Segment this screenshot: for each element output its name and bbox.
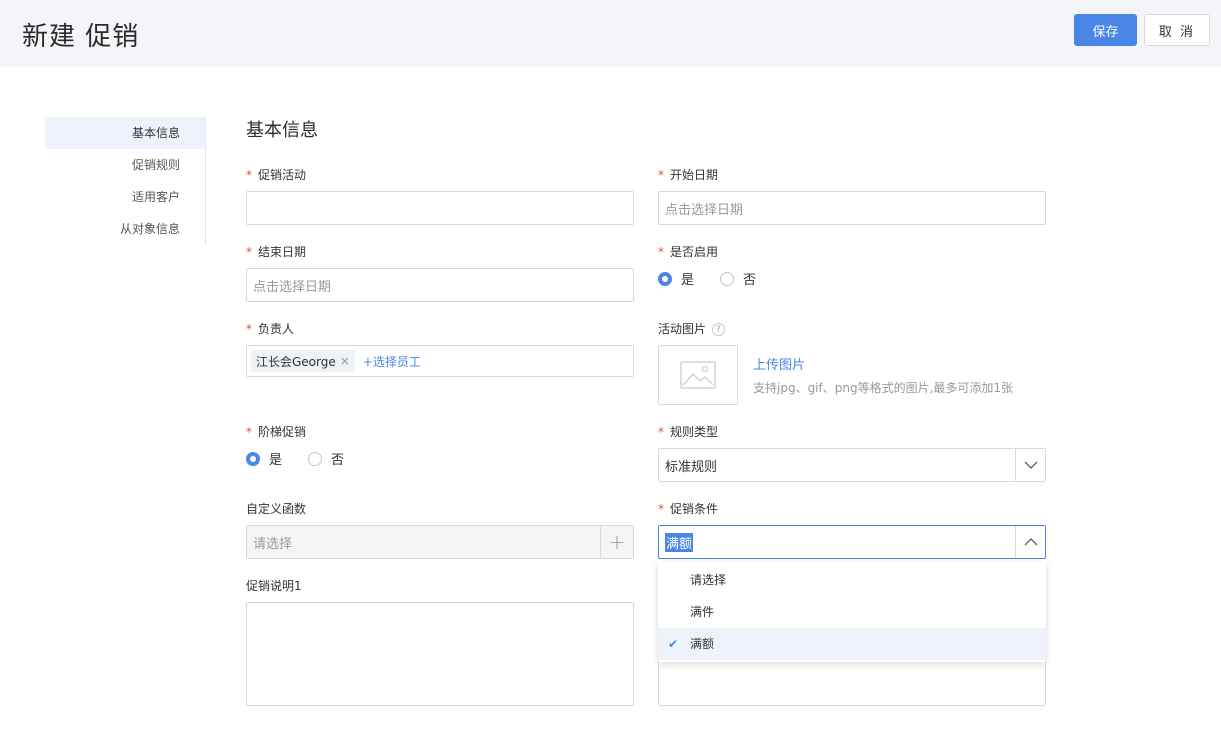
- rule-type-label: * 规则类型: [658, 425, 719, 439]
- chevron-up-icon[interactable]: [1015, 526, 1045, 558]
- check-icon: ✔: [668, 637, 679, 651]
- nav-item-sub-object-info[interactable]: 从对象信息: [45, 213, 205, 245]
- required-mark: *: [658, 425, 664, 439]
- upload-hint: 支持jpg、gif、png等格式的图片,最多可添加1张: [753, 381, 1014, 395]
- required-mark: *: [658, 502, 664, 516]
- dropdown-option-please-select[interactable]: 请选择: [658, 564, 1046, 596]
- tiered-radio-yes[interactable]: 是: [246, 449, 282, 468]
- tiered-label: * 阶梯促销: [246, 425, 307, 439]
- nav-item-applicable-customers[interactable]: 适用客户: [45, 181, 205, 213]
- owner-tag: 江长会George ×: [251, 350, 355, 372]
- required-mark: *: [658, 168, 664, 182]
- tiered-radio-no[interactable]: 否: [308, 449, 344, 468]
- chevron-down-icon[interactable]: [1015, 449, 1045, 481]
- required-mark: *: [246, 322, 252, 336]
- radio-unchecked-icon: [720, 271, 735, 286]
- promo-desc-label: 促销说明1: [246, 579, 302, 593]
- page-header: 新建 促销 保存 取 消: [0, 0, 1221, 67]
- required-mark: *: [246, 168, 252, 182]
- radio-checked-icon: [246, 451, 260, 466]
- cancel-button[interactable]: 取 消: [1144, 14, 1210, 46]
- required-mark: *: [658, 245, 664, 259]
- radio-checked-icon: [658, 271, 672, 286]
- image-placeholder[interactable]: [658, 345, 738, 405]
- promo-condition-label: * 促销条件: [658, 502, 719, 516]
- end-date-input[interactable]: 点击选择日期: [246, 268, 634, 302]
- radio-unchecked-icon: [308, 451, 323, 466]
- page-title: 新建 促销: [22, 22, 140, 52]
- nav-item-promo-rules[interactable]: 促销规则: [45, 149, 205, 181]
- dropdown-option-full-amount[interactable]: ✔ 满额: [658, 628, 1046, 660]
- end-date-label: * 结束日期: [246, 245, 307, 259]
- owner-input[interactable]: 江长会George × +选择员工: [246, 345, 634, 377]
- promo-condition-dropdown: 请选择 满件 ✔ 满额: [658, 562, 1046, 662]
- section-title: 基本信息: [246, 120, 318, 141]
- promo-activity-label: * 促销活动: [246, 168, 307, 182]
- rule-type-select[interactable]: 标准规则: [658, 448, 1046, 482]
- tiered-radio-group: 是 否: [246, 449, 370, 468]
- enabled-radio-group: 是 否: [658, 269, 782, 288]
- dropdown-option-full-items[interactable]: 满件: [658, 596, 1046, 628]
- enabled-radio-no[interactable]: 否: [720, 269, 756, 288]
- custom-function-select[interactable]: 请选择 +: [246, 525, 634, 559]
- promo-desc-textarea[interactable]: [246, 602, 634, 706]
- image-icon: [680, 361, 716, 389]
- enabled-label: * 是否启用: [658, 245, 719, 259]
- nav-item-basic-info[interactable]: 基本信息: [45, 117, 205, 149]
- upload-image-link[interactable]: 上传图片: [753, 354, 805, 373]
- start-date-input[interactable]: 点击选择日期: [658, 191, 1046, 225]
- enabled-radio-yes[interactable]: 是: [658, 269, 694, 288]
- promo-condition-select[interactable]: 满额: [658, 525, 1046, 559]
- activity-image-label: 活动图片?: [658, 320, 726, 337]
- save-button[interactable]: 保存: [1074, 14, 1137, 46]
- owner-label: * 负责人: [246, 322, 295, 336]
- side-nav: 基本信息 促销规则 适用客户 从对象信息: [45, 117, 206, 245]
- help-icon[interactable]: ?: [712, 323, 726, 336]
- promo-activity-input[interactable]: [246, 191, 634, 225]
- select-employee-link[interactable]: +选择员工: [363, 353, 421, 370]
- custom-function-label: 自定义函数: [246, 502, 307, 516]
- tag-remove-icon[interactable]: ×: [340, 354, 350, 368]
- required-mark: *: [246, 245, 252, 259]
- required-mark: *: [246, 425, 252, 439]
- start-date-label: * 开始日期: [658, 168, 719, 182]
- add-icon[interactable]: +: [600, 526, 633, 558]
